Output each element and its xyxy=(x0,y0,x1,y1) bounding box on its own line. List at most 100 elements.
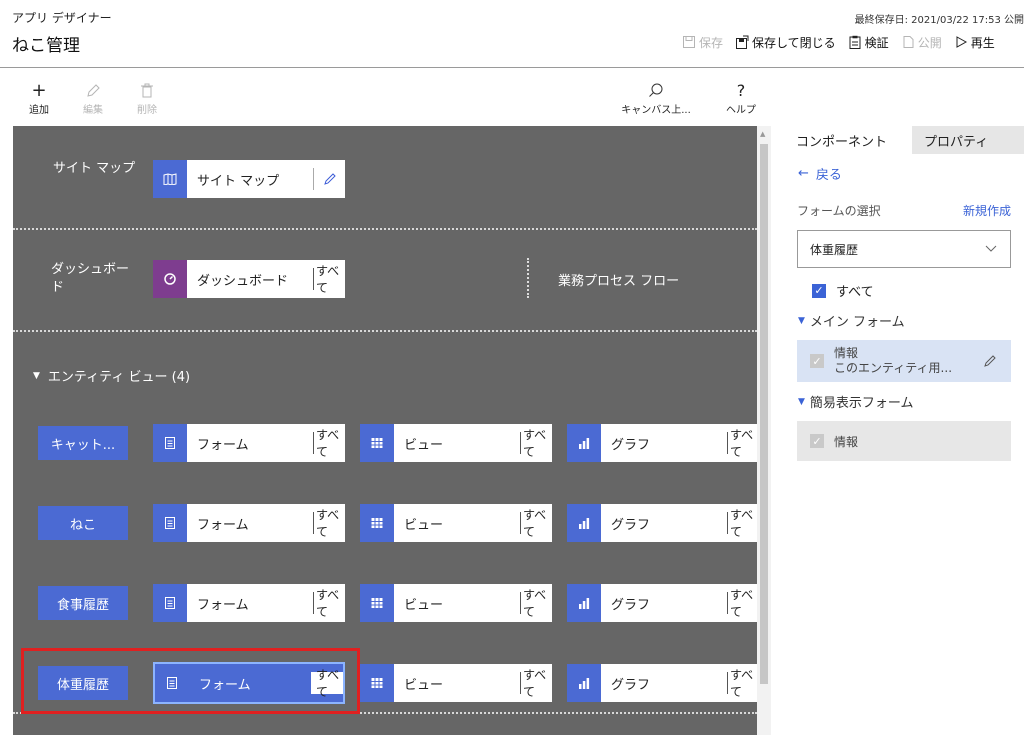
chart-tile-label: グラフ xyxy=(611,597,651,613)
triangle-down-icon: ▼ xyxy=(798,396,805,407)
delete-button[interactable]: 削除 xyxy=(122,81,172,116)
clipboard-icon xyxy=(849,35,861,49)
form-tile-all-label: すべて xyxy=(313,508,345,539)
bar-chart-icon xyxy=(567,504,601,542)
bar-chart-icon xyxy=(567,424,601,462)
canvas-search-button[interactable]: キャンバス上... xyxy=(618,81,694,116)
sitemap-tile[interactable]: サイト マップ xyxy=(153,160,345,198)
edit-button[interactable]: 編集 xyxy=(68,81,118,116)
view-tile[interactable]: ビュー すべて xyxy=(360,664,552,702)
main-form-desc: このエンティティ用... xyxy=(834,361,953,375)
form-entity-dropdown[interactable]: 体重履歴 xyxy=(797,230,1011,268)
dashboard-all-label: すべて xyxy=(313,264,345,295)
triangle-down-icon: ▼ xyxy=(33,370,40,381)
grid-icon xyxy=(360,424,394,462)
last-saved-text: 最終保存日: 2021/03/22 17:53 公開済 xyxy=(854,15,1024,26)
dashboard-row-label: ダッシュボード xyxy=(51,262,130,295)
main-forms-group[interactable]: ▼ メイン フォーム xyxy=(798,311,905,330)
app-title: ねこ管理 xyxy=(12,36,80,56)
chart-tile-label: グラフ xyxy=(611,517,651,533)
help-icon: ? xyxy=(736,81,746,100)
scroll-thumb[interactable] xyxy=(760,144,768,684)
sitemap-tile-label: サイト マップ xyxy=(197,173,280,189)
bar-chart-icon xyxy=(567,584,601,622)
chart-tile-all-label: すべて xyxy=(727,588,757,619)
dashboard-tile[interactable]: ダッシュボード すべて xyxy=(153,260,345,298)
entity-view-header[interactable]: ▼ エンティティ ビュー (4) xyxy=(33,366,190,385)
form-select-label: フォームの選択 xyxy=(797,204,881,218)
chart-tile[interactable]: グラフ すべて xyxy=(567,424,757,462)
highlight-box xyxy=(21,648,360,714)
view-tile-label: ビュー xyxy=(404,597,444,613)
triangle-down-icon: ▼ xyxy=(798,315,805,326)
save-close-icon xyxy=(736,35,749,49)
form-icon xyxy=(153,584,187,622)
view-tile-all-label: すべて xyxy=(520,508,552,539)
business-process-label: 業務プロセス フロー xyxy=(558,274,680,289)
grid-icon xyxy=(360,504,394,542)
divider xyxy=(13,228,757,230)
new-form-link[interactable]: 新規作成 xyxy=(963,202,1011,219)
quick-form-title: 情報 xyxy=(834,434,859,449)
main-form-title: 情報 xyxy=(834,346,859,360)
entity-button[interactable]: キャット... xyxy=(38,426,128,460)
app-name: アプリ デザイナー xyxy=(12,11,112,25)
tab-components[interactable]: コンポーネント xyxy=(785,126,912,154)
help-button[interactable]: ? ヘルプ xyxy=(716,81,766,116)
canvas-scrollbar[interactable]: ▲ xyxy=(757,126,771,735)
sitemap-row-label: サイト マップ xyxy=(53,161,136,176)
quick-forms-group[interactable]: ▼ 簡易表示フォーム xyxy=(798,392,914,411)
view-tile[interactable]: ビュー すべて xyxy=(360,584,552,622)
app-header: アプリ デザイナー ねこ管理 最終保存日: 2021/03/22 17:53 公… xyxy=(0,0,1024,68)
delete-label: 削除 xyxy=(137,105,157,116)
tab-properties[interactable]: プロパティ xyxy=(912,126,1024,154)
checkmark-icon[interactable]: ✓ xyxy=(810,434,824,448)
add-button[interactable]: + 追加 xyxy=(14,80,64,117)
play-icon xyxy=(956,36,967,48)
quick-form-item[interactable]: ✓ 情報 xyxy=(797,421,1011,461)
chart-tile-all-label: すべて xyxy=(727,428,757,459)
plus-icon: + xyxy=(31,80,47,101)
chart-tile[interactable]: グラフ すべて xyxy=(567,584,757,622)
chart-tile[interactable]: グラフ すべて xyxy=(567,664,757,702)
form-tile[interactable]: フォーム すべて xyxy=(153,504,345,542)
scroll-up-icon[interactable]: ▲ xyxy=(760,130,765,138)
app-canvas: サイト マップ サイト マップ ダッシュボード ダッシュボード すべて 業務プロ… xyxy=(13,126,757,735)
form-tile-label: フォーム xyxy=(197,517,249,533)
main-form-item[interactable]: ✓ 情報 このエンティティ用... xyxy=(797,340,1011,382)
publish-button[interactable]: 公開 xyxy=(901,34,942,51)
all-forms-checkbox[interactable]: ✓ すべて xyxy=(812,281,874,300)
save-button[interactable]: 保存 xyxy=(682,34,723,51)
play-button[interactable]: 再生 xyxy=(954,34,995,51)
divider xyxy=(13,330,757,332)
pencil-icon[interactable] xyxy=(983,354,997,372)
back-label: 戻る xyxy=(815,168,842,183)
checkmark-icon[interactable]: ✓ xyxy=(810,354,824,368)
view-tile[interactable]: ビュー すべて xyxy=(360,424,552,462)
help-label: ヘルプ xyxy=(726,105,756,116)
view-tile-all-label: すべて xyxy=(520,668,552,699)
save-label: 保存 xyxy=(699,35,724,50)
checkmark-icon: ✓ xyxy=(812,283,826,298)
entity-button[interactable]: 食事履歴 xyxy=(38,586,128,620)
save-close-button[interactable]: 保存して閉じる xyxy=(735,34,836,51)
sitemap-edit-icon[interactable] xyxy=(313,168,345,190)
validate-label: 検証 xyxy=(864,35,889,50)
chart-tile-label: グラフ xyxy=(611,437,651,453)
play-label: 再生 xyxy=(970,35,995,50)
header-actions: 保存 保存して閉じる 検証 公開 再生 xyxy=(682,34,1007,50)
save-icon xyxy=(683,36,695,48)
divider xyxy=(527,258,529,298)
dashboard-tile-label: ダッシュボード xyxy=(197,273,289,289)
form-tile[interactable]: フォーム すべて xyxy=(153,424,345,462)
chart-tile[interactable]: グラフ すべて xyxy=(567,504,757,542)
arrow-left-icon: ← xyxy=(798,166,809,181)
form-tile[interactable]: フォーム すべて xyxy=(153,584,345,622)
edit-label: 編集 xyxy=(83,105,103,116)
map-icon xyxy=(153,160,187,198)
view-tile[interactable]: ビュー すべて xyxy=(360,504,552,542)
back-link[interactable]: ← 戻る xyxy=(798,164,842,183)
form-icon xyxy=(153,504,187,542)
entity-button[interactable]: ねこ xyxy=(38,506,128,540)
validate-button[interactable]: 検証 xyxy=(848,34,889,51)
